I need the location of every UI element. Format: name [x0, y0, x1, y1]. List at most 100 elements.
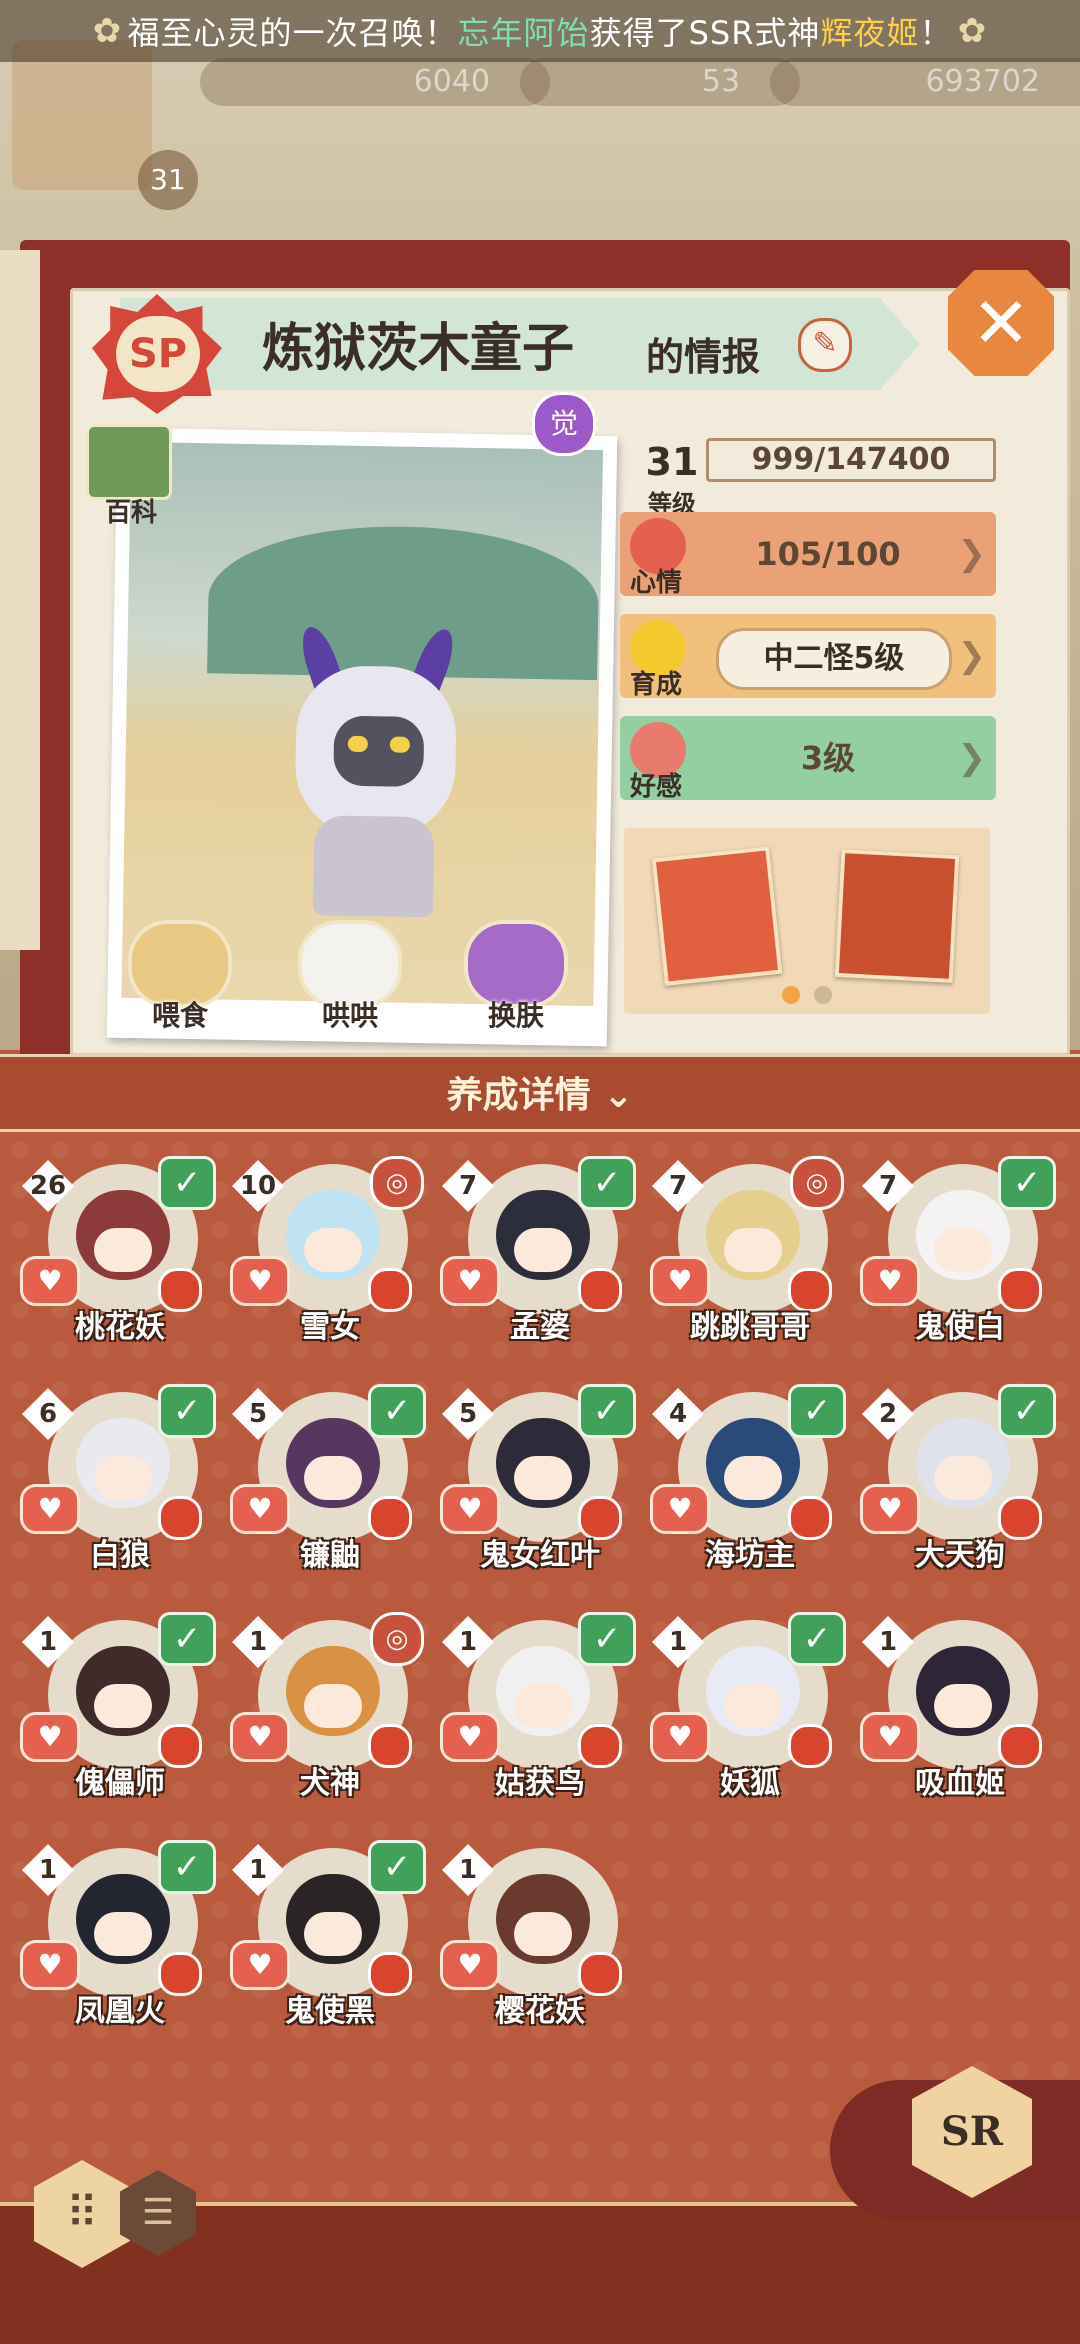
shikigami-name: 海坊主 — [705, 1538, 795, 1573]
shikigami-card[interactable]: 1 ✓ ♥ 凤凰火 — [20, 1840, 220, 2050]
resource-3: 693702 — [770, 58, 1080, 106]
coax-button[interactable]: 哄哄 — [290, 920, 410, 1032]
exp-bar: 999/147400 — [706, 438, 996, 482]
mood-label: 心情 — [630, 568, 683, 598]
avatar-face — [724, 1228, 782, 1272]
shikigami-name: 孟婆 — [510, 1310, 570, 1345]
heart-icon: ♥ — [230, 1484, 290, 1534]
avatar-face — [94, 1684, 152, 1728]
chevron-right-icon: ❯ — [957, 636, 987, 676]
chevron-right-icon: ❯ — [957, 738, 987, 778]
banner-player: 忘年阿饴 — [457, 14, 590, 52]
shikigami-card[interactable]: 5 ✓ ♥ 镰鼬 — [230, 1384, 430, 1594]
mood-value: 105/100 — [755, 535, 901, 573]
shikigami-name: 白狼 — [90, 1538, 150, 1573]
shikigami-card[interactable]: 1 ✓ ♥ 鬼使黑 — [230, 1840, 430, 2050]
shikigami-card[interactable]: 10 ◎ ♥ 雪女 — [230, 1156, 430, 1366]
close-button[interactable]: ✕ — [948, 270, 1054, 376]
avatar-face — [934, 1228, 992, 1272]
shikigami-name: 姑获鸟 — [495, 1766, 585, 1801]
heart-icon: ♥ — [860, 1712, 920, 1762]
shikigami-card[interactable]: 2 ✓ ♥ 大天狗 — [860, 1384, 1060, 1594]
check-icon: ✓ — [788, 1612, 846, 1666]
check-icon: ✓ — [368, 1384, 426, 1438]
banner-shikigami: 辉夜姬 — [820, 14, 920, 52]
shikigami-card[interactable]: 6 ✓ ♥ 白狼 — [20, 1384, 220, 1594]
check-icon: ✓ — [998, 1156, 1056, 1210]
affinity-value: 3级 — [800, 739, 856, 777]
growth-label: 育成 — [630, 670, 683, 700]
avatar-face — [94, 1456, 152, 1500]
sprite-body — [312, 815, 435, 918]
avatar-face — [304, 1228, 362, 1272]
shikigami-name: 妖狐 — [720, 1766, 780, 1801]
heart-icon: ♥ — [440, 1484, 500, 1534]
level-badge: 31 等级 — [632, 440, 712, 518]
wiki-button[interactable]: 百科 — [86, 424, 176, 528]
heart-icon: ♥ — [440, 1940, 500, 1990]
side-page — [0, 250, 40, 950]
affinity-row[interactable]: 好感 3级 ❯ — [620, 716, 996, 802]
mood-row[interactable]: 心情 105/100 ❯ — [620, 512, 996, 598]
shikigami-card[interactable]: 26 ✓ ♥ 桃花妖 — [20, 1156, 220, 1366]
avatar-face — [304, 1456, 362, 1500]
shikigami-card[interactable]: 4 ✓ ♥ 海坊主 — [650, 1384, 850, 1594]
flower-icon: ✿ — [92, 11, 123, 51]
player-level: 31 — [138, 150, 198, 210]
avatar-face — [724, 1456, 782, 1500]
shikigami-name: 大天狗 — [915, 1538, 1005, 1573]
section-title[interactable]: 养成详情 ⌄ — [0, 1066, 1080, 1118]
check-icon: ✓ — [578, 1156, 636, 1210]
wiki-label: 百科 — [104, 498, 157, 528]
avatar-face — [514, 1684, 572, 1728]
avatar-face — [934, 1684, 992, 1728]
check-icon: ✓ — [578, 1384, 636, 1438]
check-icon: ✓ — [158, 1156, 216, 1210]
page-dot-active[interactable] — [782, 986, 800, 1004]
check-icon: ✓ — [158, 1384, 216, 1438]
shikigami-name: 鬼使白 — [915, 1310, 1005, 1345]
shikigami-card[interactable]: 7 ✓ ♥ 鬼使白 — [860, 1156, 1060, 1366]
favorite-food-card[interactable] — [651, 846, 783, 986]
shikigami-card[interactable]: 1 ✓ ♥ 傀儡师 — [20, 1612, 220, 1822]
check-icon: ✓ — [368, 1840, 426, 1894]
player-avatar[interactable] — [12, 40, 152, 190]
shikigami-sprite[interactable] — [273, 605, 479, 928]
rename-button[interactable]: ✎ — [798, 318, 852, 372]
skin-button[interactable]: 换肤 — [456, 920, 576, 1032]
page-dot[interactable] — [814, 986, 832, 1004]
growth-row[interactable]: 育成 中二怪5级 ❯ — [620, 614, 996, 700]
heart-icon: ♥ — [860, 1256, 920, 1306]
bell-icon: ◎ — [370, 1612, 424, 1666]
resource-2: 53 — [520, 58, 800, 106]
shikigami-name: 傀儡师 — [75, 1766, 165, 1801]
check-icon: ✓ — [998, 1384, 1056, 1438]
feed-button[interactable]: 喂食 — [120, 920, 240, 1032]
level-value: 31 — [645, 440, 699, 484]
heart-icon: ♥ — [650, 1712, 710, 1762]
shikigami-name: 鬼使黑 — [285, 1994, 375, 2029]
shikigami-name: 樱花妖 — [495, 1994, 585, 2029]
favorite-item-card[interactable] — [834, 848, 960, 984]
heart-icon: ♥ — [440, 1256, 500, 1306]
shikigami-card[interactable]: 1 ♥ 樱花妖 — [440, 1840, 640, 2050]
shikigami-name: 吸血姬 — [915, 1766, 1005, 1801]
shikigami-card[interactable]: 1 ✓ ♥ 姑获鸟 — [440, 1612, 640, 1822]
heart-icon: ♥ — [230, 1712, 290, 1762]
flower-icon: ✿ — [957, 11, 988, 51]
shikigami-card[interactable]: 1 ◎ ♥ 犬神 — [230, 1612, 430, 1822]
heart-icon: ♥ — [440, 1712, 500, 1762]
sprite-eye — [347, 735, 369, 753]
shikigami-card[interactable]: 1 ✓ ♥ 妖狐 — [650, 1612, 850, 1822]
shikigami-card[interactable]: 7 ◎ ♥ 跳跳哥哥 — [650, 1156, 850, 1366]
shikigami-card[interactable]: 1 ♥ 吸血姬 — [860, 1612, 1060, 1822]
avatar-face — [304, 1912, 362, 1956]
shikigami-card[interactable]: 7 ✓ ♥ 孟婆 — [440, 1156, 640, 1366]
heart-icon: ♥ — [230, 1256, 290, 1306]
heart-icon: ♥ — [20, 1712, 80, 1762]
shikigami-card[interactable]: 5 ✓ ♥ 鬼女红叶 — [440, 1384, 640, 1594]
feed-label: 喂食 — [151, 999, 208, 1032]
shikigami-name: 镰鼬 — [300, 1538, 360, 1573]
heart-icon: ♥ — [20, 1940, 80, 1990]
book-icon — [86, 424, 172, 500]
